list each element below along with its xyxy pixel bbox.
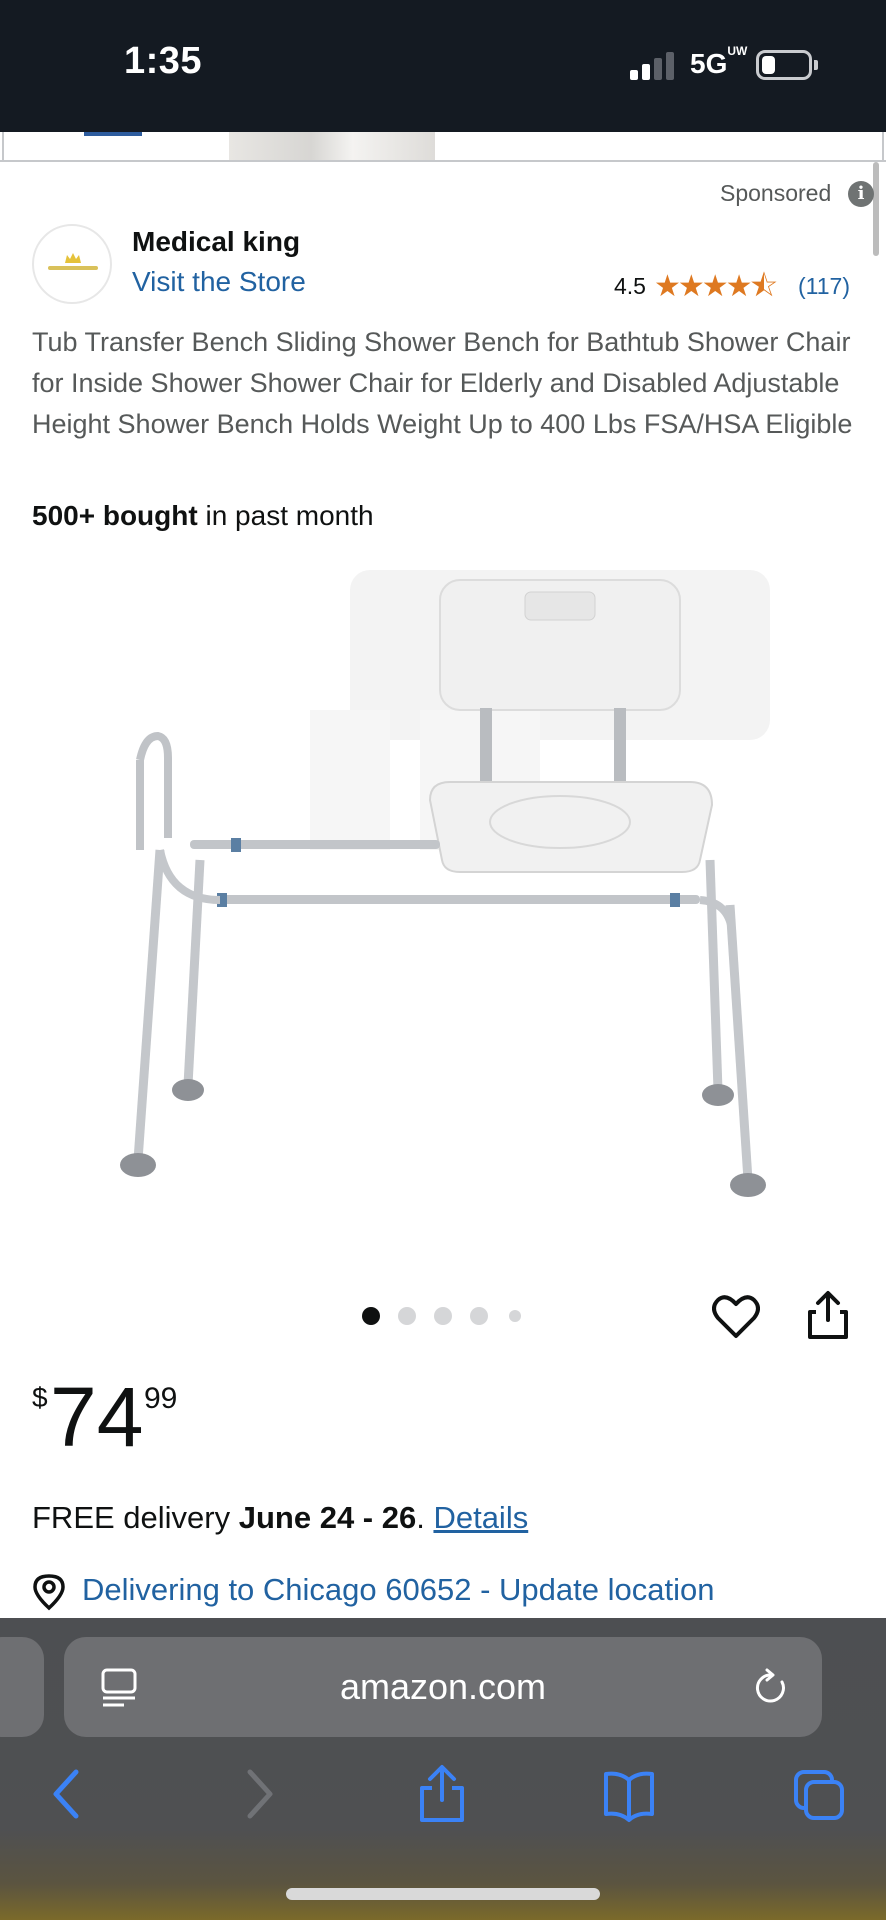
price-whole: 74 bbox=[50, 1370, 144, 1464]
carousel-dot-3[interactable] bbox=[434, 1307, 452, 1325]
heart-icon[interactable] bbox=[712, 1294, 760, 1340]
forward-button[interactable] bbox=[232, 1764, 286, 1824]
delivery-info: FREE delivery June 24 - 26. Details bbox=[32, 1500, 528, 1536]
tabs-button[interactable] bbox=[792, 1764, 846, 1824]
battery-icon bbox=[756, 50, 812, 80]
delivery-dates: June 24 - 26 bbox=[238, 1500, 417, 1535]
share-icon[interactable] bbox=[806, 1290, 850, 1340]
safari-share-button[interactable] bbox=[415, 1764, 469, 1824]
strip-border-right bbox=[882, 132, 884, 162]
status-bar: 1:35 5GUW bbox=[0, 0, 886, 132]
bought-count: 500+ bought in past month bbox=[32, 500, 374, 532]
back-button[interactable] bbox=[40, 1764, 94, 1824]
location-pin-icon[interactable] bbox=[32, 1573, 66, 1611]
strip-border-left bbox=[2, 132, 4, 162]
delivery-location-link[interactable]: Delivering to Chicago 60652 - Update loc… bbox=[82, 1572, 714, 1608]
battery-tip bbox=[814, 60, 818, 70]
battery-level bbox=[762, 56, 775, 74]
thumbnail-image[interactable] bbox=[229, 132, 435, 160]
delivery-separator: . bbox=[416, 1500, 434, 1535]
status-time: 1:35 bbox=[124, 40, 203, 82]
carousel-dot-1[interactable] bbox=[362, 1307, 380, 1325]
bookmarks-button[interactable] bbox=[602, 1764, 656, 1824]
delivery-details-link[interactable]: Details bbox=[433, 1500, 528, 1535]
star-rating-icon[interactable]: ★★★★⯪ bbox=[654, 270, 778, 304]
info-icon[interactable]: i bbox=[848, 181, 874, 207]
bought-count-bold: 500+ bought bbox=[32, 500, 198, 531]
delivery-prefix: FREE delivery bbox=[32, 1500, 239, 1535]
thumbnail-strip bbox=[0, 132, 886, 162]
scroll-indicator[interactable] bbox=[873, 162, 879, 256]
carousel-dot-5[interactable] bbox=[509, 1310, 521, 1322]
visit-store-link[interactable]: Visit the Store bbox=[132, 266, 306, 298]
signal-strength-icon bbox=[630, 52, 674, 80]
store-logo[interactable] bbox=[32, 224, 112, 304]
price-symbol: $ bbox=[32, 1382, 48, 1413]
sponsored-label: Sponsored bbox=[720, 180, 832, 206]
product-image[interactable] bbox=[100, 560, 790, 1220]
price-fraction: 99 bbox=[144, 1382, 178, 1415]
network-type: 5GUW bbox=[690, 44, 747, 80]
network-label: 5G bbox=[690, 48, 728, 79]
product-title[interactable]: Tub Transfer Bench Sliding Shower Bench … bbox=[32, 322, 862, 445]
reload-icon[interactable] bbox=[752, 1668, 790, 1708]
strip-active-underline bbox=[84, 132, 142, 136]
carousel-dot-2[interactable] bbox=[398, 1307, 416, 1325]
review-count-link[interactable]: (117) bbox=[798, 273, 850, 300]
carousel-dot-4[interactable] bbox=[470, 1307, 488, 1325]
home-indicator[interactable] bbox=[286, 1888, 600, 1900]
bought-count-rest: in past month bbox=[197, 500, 374, 531]
network-suffix: UW bbox=[727, 43, 748, 58]
rating-value: 4.5 bbox=[614, 273, 646, 299]
crown-icon bbox=[65, 253, 81, 263]
logo-wordmark bbox=[48, 266, 98, 270]
store-name: Medical king bbox=[132, 226, 301, 257]
